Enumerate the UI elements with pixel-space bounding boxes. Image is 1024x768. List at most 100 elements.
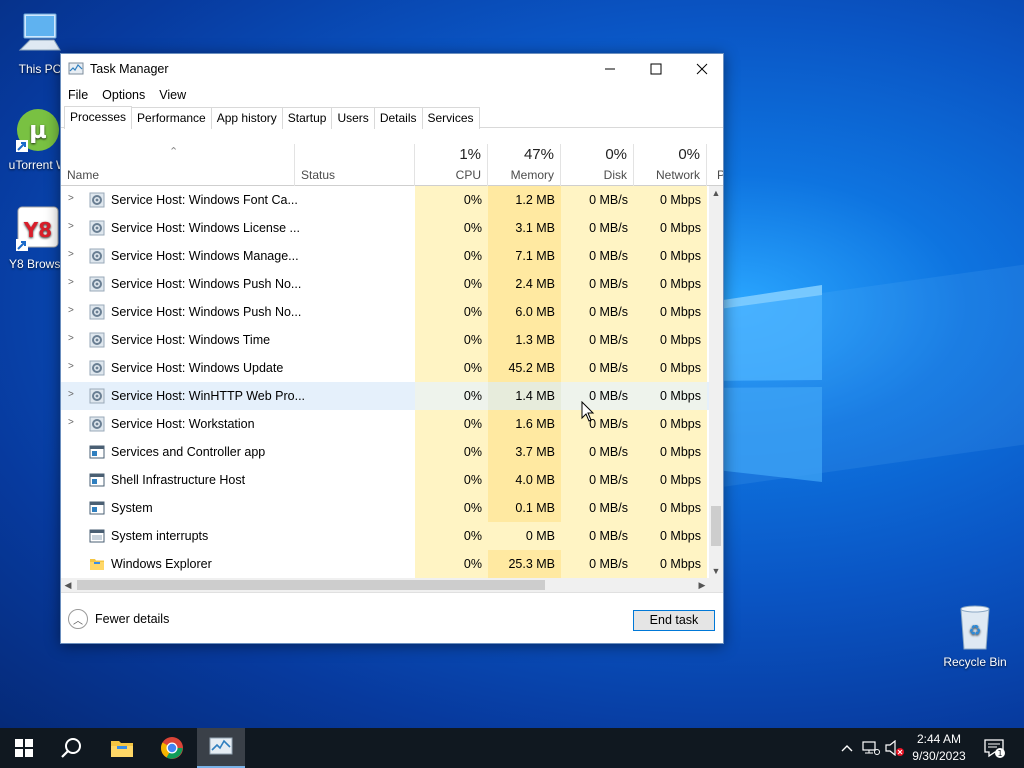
column-header-status[interactable]: Status [295, 144, 415, 186]
cpu-value: 0% [415, 326, 488, 354]
tab-processes[interactable]: Processes [64, 106, 133, 129]
minimize-button-real[interactable] [587, 54, 633, 84]
process-name: Service Host: Windows Font Ca... [111, 193, 298, 207]
table-row[interactable]: > Service Host: Windows Push No... 0% 2.4 M… [61, 270, 709, 298]
tab-users[interactable]: Users [331, 107, 375, 129]
menu-file[interactable]: File [68, 88, 88, 102]
chrome-icon [161, 737, 183, 759]
chevron-right-icon[interactable]: > [68, 361, 74, 372]
gear-icon [89, 304, 105, 320]
column-header-power[interactable]: P [707, 144, 723, 186]
process-name: Service Host: Workstation [111, 417, 255, 431]
task-manager-icon [68, 62, 84, 75]
tab-bar: Processes Performance App history Startu… [61, 106, 723, 129]
minimize-icon [605, 68, 615, 70]
memory-value: 6.0 MB [488, 298, 561, 326]
table-row[interactable]: > Service Host: Windows Push No... 0% 6.0 M… [61, 298, 709, 326]
app-window-icon [89, 472, 105, 488]
table-row[interactable]: > Service Host: Workstation 0% 1.6 MB 0 MB/s… [61, 410, 709, 438]
column-header-cpu[interactable]: 1% CPU [415, 144, 488, 186]
column-header-name[interactable]: ⌃ Name [61, 144, 295, 186]
cpu-value: 0% [415, 186, 488, 214]
vertical-scrollbar[interactable]: ▲ ▼ [709, 186, 723, 578]
desktop-icon-recycle-bin[interactable]: ♻ Recycle Bin [935, 603, 1015, 669]
table-row[interactable]: Windows Explorer 0% 25.3 MB 0 MB/s 0 Mbps [61, 550, 709, 578]
cpu-total: 1% [459, 146, 481, 163]
process-name: Windows Explorer [111, 557, 212, 571]
search-button[interactable] [48, 728, 96, 768]
chevron-right-icon[interactable]: > [68, 193, 74, 204]
scroll-down-icon[interactable]: ▼ [709, 564, 723, 578]
chevron-right-icon[interactable]: > [68, 417, 74, 428]
column-label: Memory [510, 168, 554, 182]
menu-bar: File Options View [61, 84, 723, 106]
tray-overflow-button[interactable] [838, 728, 856, 768]
column-header-disk[interactable]: 0% Disk [561, 144, 634, 186]
horizontal-scrollbar[interactable]: ◀ ▶ [61, 578, 723, 592]
table-row[interactable]: > Service Host: Windows License ... 0% 3.1 … [61, 214, 709, 242]
table-row[interactable]: > Service Host: Windows Update 0% 45.2 MB 0 … [61, 354, 709, 382]
table-row[interactable]: Shell Infrastructure Host 0% 4.0 MB 0 MB/s 0… [61, 466, 709, 494]
maximize-button[interactable] [633, 54, 679, 84]
tab-app-history[interactable]: App history [210, 107, 283, 129]
task-manager-icon [209, 737, 233, 755]
process-name: Service Host: Windows Time [111, 333, 271, 347]
cpu-value: 0% [415, 214, 488, 242]
close-button[interactable] [679, 54, 725, 84]
clock-time: 2:44 AM [916, 732, 962, 746]
clock[interactable]: 2:44 AM 9/30/2023 [902, 731, 976, 765]
cpu-value: 0% [415, 242, 488, 270]
table-row[interactable]: System interrupts 0% 0 MB 0 MB/s 0 Mbps [61, 522, 709, 550]
taskbar-task-manager[interactable] [197, 728, 245, 768]
chevron-right-icon[interactable]: > [68, 333, 74, 344]
table-row[interactable]: > Service Host: Windows Time 0% 1.3 MB 0 MB/… [61, 326, 709, 354]
start-button[interactable] [0, 728, 48, 768]
cpu-value: 0% [415, 494, 488, 522]
process-name: Service Host: Windows Push No... [111, 277, 302, 291]
network-tray-button[interactable] [860, 728, 882, 768]
close-icon [696, 63, 708, 75]
action-center-button[interactable]: 1 [980, 728, 1008, 768]
svg-text:µ: µ [29, 116, 47, 144]
chevron-right-icon[interactable]: > [68, 277, 74, 288]
tab-startup[interactable]: Startup [281, 107, 333, 129]
cpu-value: 0% [415, 298, 488, 326]
notification-icon: 1 [984, 739, 1005, 758]
network-value: 0 Mbps [634, 466, 707, 494]
table-row[interactable]: > Service Host: Windows Manage... 0% 7.1 MB… [61, 242, 709, 270]
chevron-right-icon[interactable]: > [68, 221, 74, 232]
network-total: 0% [678, 146, 700, 163]
menu-options[interactable]: Options [102, 88, 145, 102]
disk-value: 0 MB/s [561, 242, 634, 270]
table-row[interactable]: > Service Host: WinHTTP Web Pro... 0% 1.4 M… [61, 382, 709, 410]
scroll-up-icon[interactable]: ▲ [709, 186, 723, 200]
taskbar-file-explorer[interactable] [98, 728, 146, 768]
table-row[interactable]: System 0% 0.1 MB 0 MB/s 0 Mbps [61, 494, 709, 522]
file-explorer-icon [111, 741, 133, 757]
scrollbar-thumb[interactable] [77, 580, 545, 590]
table-row[interactable]: Services and Controller app 0% 3.7 MB 0 MB/… [61, 438, 709, 466]
scroll-right-icon[interactable]: ▶ [695, 578, 709, 592]
chevron-right-icon[interactable]: > [68, 389, 74, 400]
scrollbar-thumb[interactable] [711, 506, 721, 546]
end-task-button[interactable]: End task [633, 610, 715, 631]
scroll-left-icon[interactable]: ◀ [61, 578, 75, 592]
network-icon [862, 741, 880, 755]
tab-services[interactable]: Services [421, 107, 480, 129]
tab-details[interactable]: Details [373, 107, 423, 129]
gear-icon [89, 416, 105, 432]
disk-value: 0 MB/s [561, 214, 634, 242]
tab-performance[interactable]: Performance [131, 107, 212, 129]
table-row[interactable]: > Service Host: Windows Font Ca... 0% 1.2 M… [61, 186, 709, 214]
fewer-details-button[interactable]: ︿ Fewer details [68, 609, 169, 629]
chevron-right-icon[interactable]: > [68, 249, 74, 260]
column-header-network[interactable]: 0% Network [634, 144, 707, 186]
column-header-memory[interactable]: 47% Memory [488, 144, 561, 186]
process-name: System [111, 501, 153, 515]
taskbar-chrome[interactable] [148, 728, 196, 768]
menu-view[interactable]: View [159, 88, 186, 102]
chevron-right-icon[interactable]: > [68, 305, 74, 316]
process-name: Service Host: Windows Push No... [111, 305, 302, 319]
memory-value: 3.7 MB [488, 438, 561, 466]
gear-icon [89, 388, 105, 404]
